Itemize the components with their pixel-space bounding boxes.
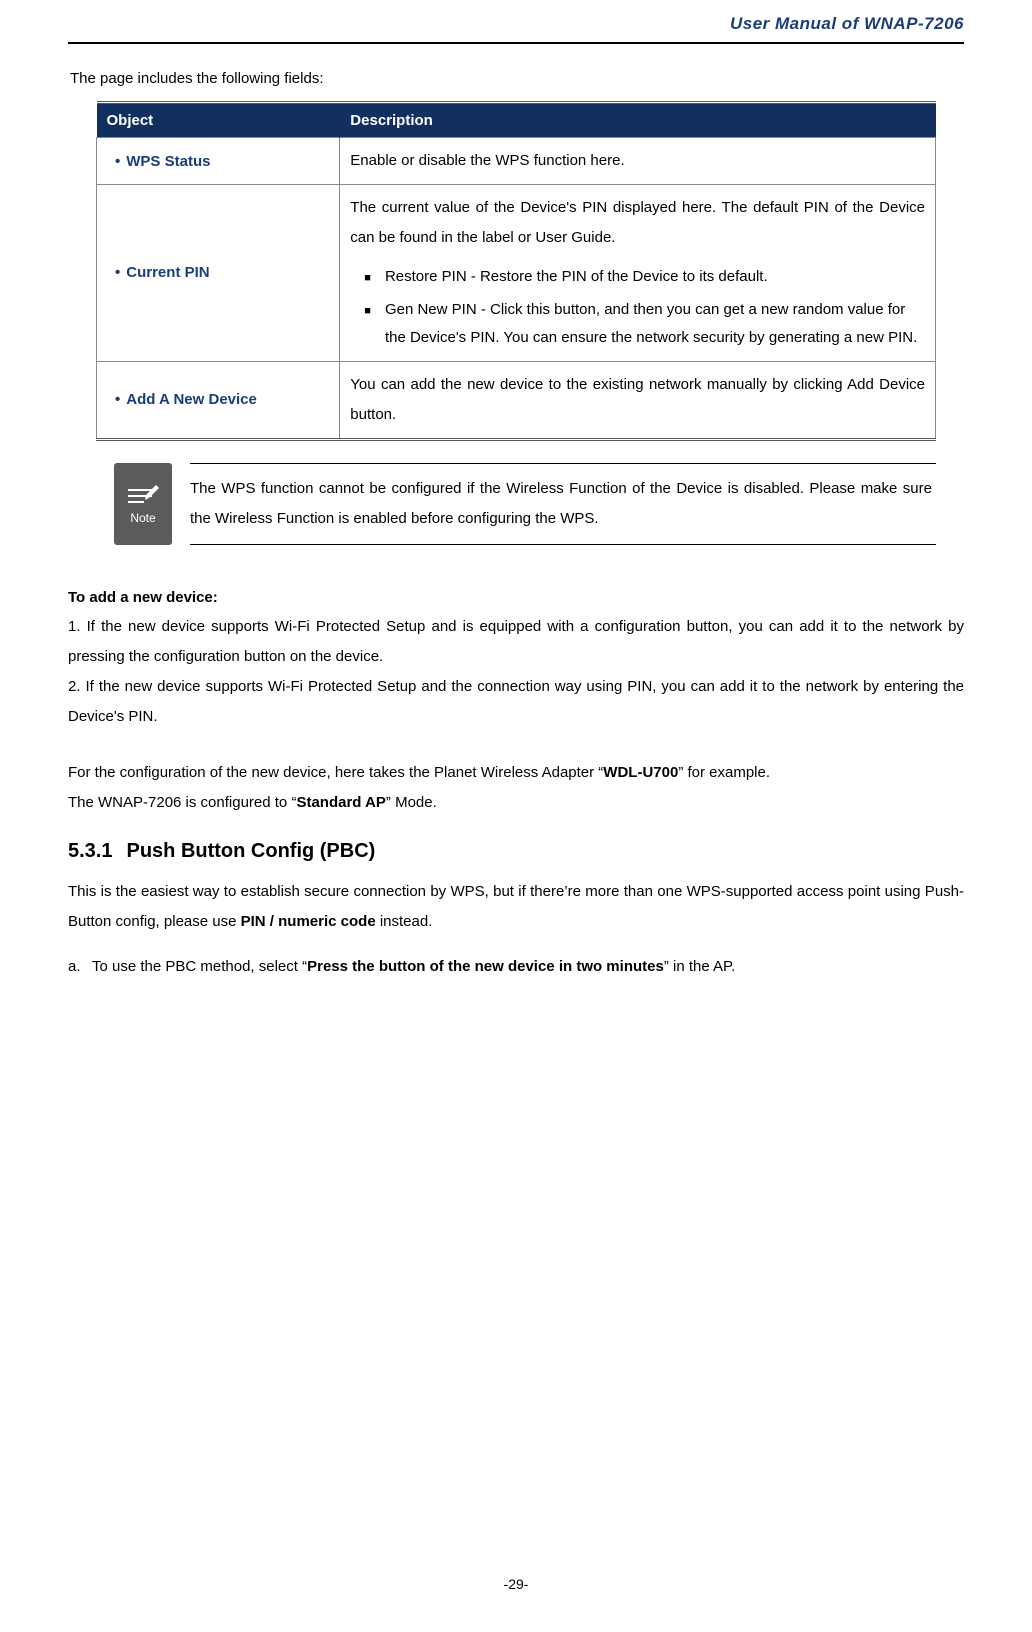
bullet-icon: •	[115, 153, 120, 170]
section-title: Push Button Config (PBC)	[126, 840, 375, 862]
object-cell: • Current PIN	[97, 185, 340, 362]
intro-text: The page includes the following fields:	[68, 70, 964, 87]
add-device-heading: To add a new device:	[68, 589, 964, 606]
mode-prefix: The WNAP-7206 is configured to “	[68, 794, 296, 811]
bullet-text: Restore PIN - Restore the PIN of the Dev…	[385, 263, 925, 292]
item-a-suffix: ” in the AP.	[664, 958, 735, 975]
table-header-description: Description	[340, 103, 936, 138]
pbc-para-prefix: This is the easiest way to establish sec…	[68, 883, 964, 930]
example-prefix: For the configuration of the new device,…	[68, 764, 603, 781]
note-icon: Note	[114, 463, 172, 545]
bullet-icon: •	[115, 264, 120, 281]
example-suffix: ” for example.	[678, 764, 770, 781]
header-rule	[68, 42, 964, 44]
add-device-step-1: 1. If the new device supports Wi-Fi Prot…	[68, 612, 964, 672]
table-header-object: Object	[97, 103, 340, 138]
add-device-step-2: 2. If the new device supports Wi-Fi Prot…	[68, 672, 964, 732]
square-bullet-icon: ■	[364, 263, 371, 289]
list-marker: a.	[68, 953, 92, 982]
description-cell: You can add the new device to the existi…	[340, 361, 936, 439]
description-cell: The current value of the Device's PIN di…	[340, 185, 936, 362]
description-cell: Enable or disable the WPS function here.	[340, 138, 936, 185]
item-a-prefix: To use the PBC method, select “	[92, 958, 307, 975]
pbc-paragraph: This is the easiest way to establish sec…	[68, 877, 964, 937]
bullet-icon: •	[115, 391, 120, 408]
page-header-title: User Manual of WNAP-7206	[68, 0, 964, 42]
description-bullet: ■ Restore PIN - Restore the PIN of the D…	[350, 263, 925, 292]
description-intro: The current value of the Device's PIN di…	[350, 193, 925, 253]
table-row: • WPS Status Enable or disable the WPS fu…	[97, 138, 936, 185]
table-row: • Current PIN The current value of the De…	[97, 185, 936, 362]
example-model-bold: WDL-U700	[603, 764, 678, 781]
section-heading-531: 5.3.1 Push Button Config (PBC)	[68, 840, 964, 863]
mode-bold: Standard AP	[296, 794, 385, 811]
list-item-a: a. To use the PBC method, select “Press …	[68, 953, 964, 982]
mode-suffix: ” Mode.	[386, 794, 437, 811]
object-label: Current PIN	[126, 264, 209, 281]
note-label: Note	[130, 511, 155, 525]
description-bullet: ■ Gen New PIN - Click this button, and t…	[350, 296, 925, 353]
object-label: WPS Status	[126, 153, 210, 170]
object-label: Add A New Device	[126, 391, 257, 408]
item-a-bold: Press the button of the new device in tw…	[307, 958, 664, 975]
fields-table: Object Description • WPS Status Enable or…	[96, 101, 936, 441]
table-row: • Add A New Device You can add the new de…	[97, 361, 936, 439]
note-block: Note The WPS function cannot be configur…	[114, 463, 936, 545]
example-paragraph: For the configuration of the new device,…	[68, 758, 964, 788]
pbc-para-bold: PIN / numeric code	[241, 913, 376, 930]
square-bullet-icon: ■	[364, 296, 371, 322]
mode-paragraph: The WNAP-7206 is configured to “Standard…	[68, 788, 964, 818]
page-footer: -29-	[0, 1576, 1032, 1592]
pbc-para-suffix: instead.	[376, 913, 433, 930]
list-text: To use the PBC method, select “Press the…	[92, 953, 964, 982]
bullet-text: Gen New PIN - Click this button, and the…	[385, 296, 925, 353]
pencil-note-icon	[126, 483, 160, 509]
object-cell: • WPS Status	[97, 138, 340, 185]
note-text: The WPS function cannot be configured if…	[190, 463, 936, 545]
object-cell: • Add A New Device	[97, 361, 340, 439]
section-number: 5.3.1	[68, 840, 112, 862]
